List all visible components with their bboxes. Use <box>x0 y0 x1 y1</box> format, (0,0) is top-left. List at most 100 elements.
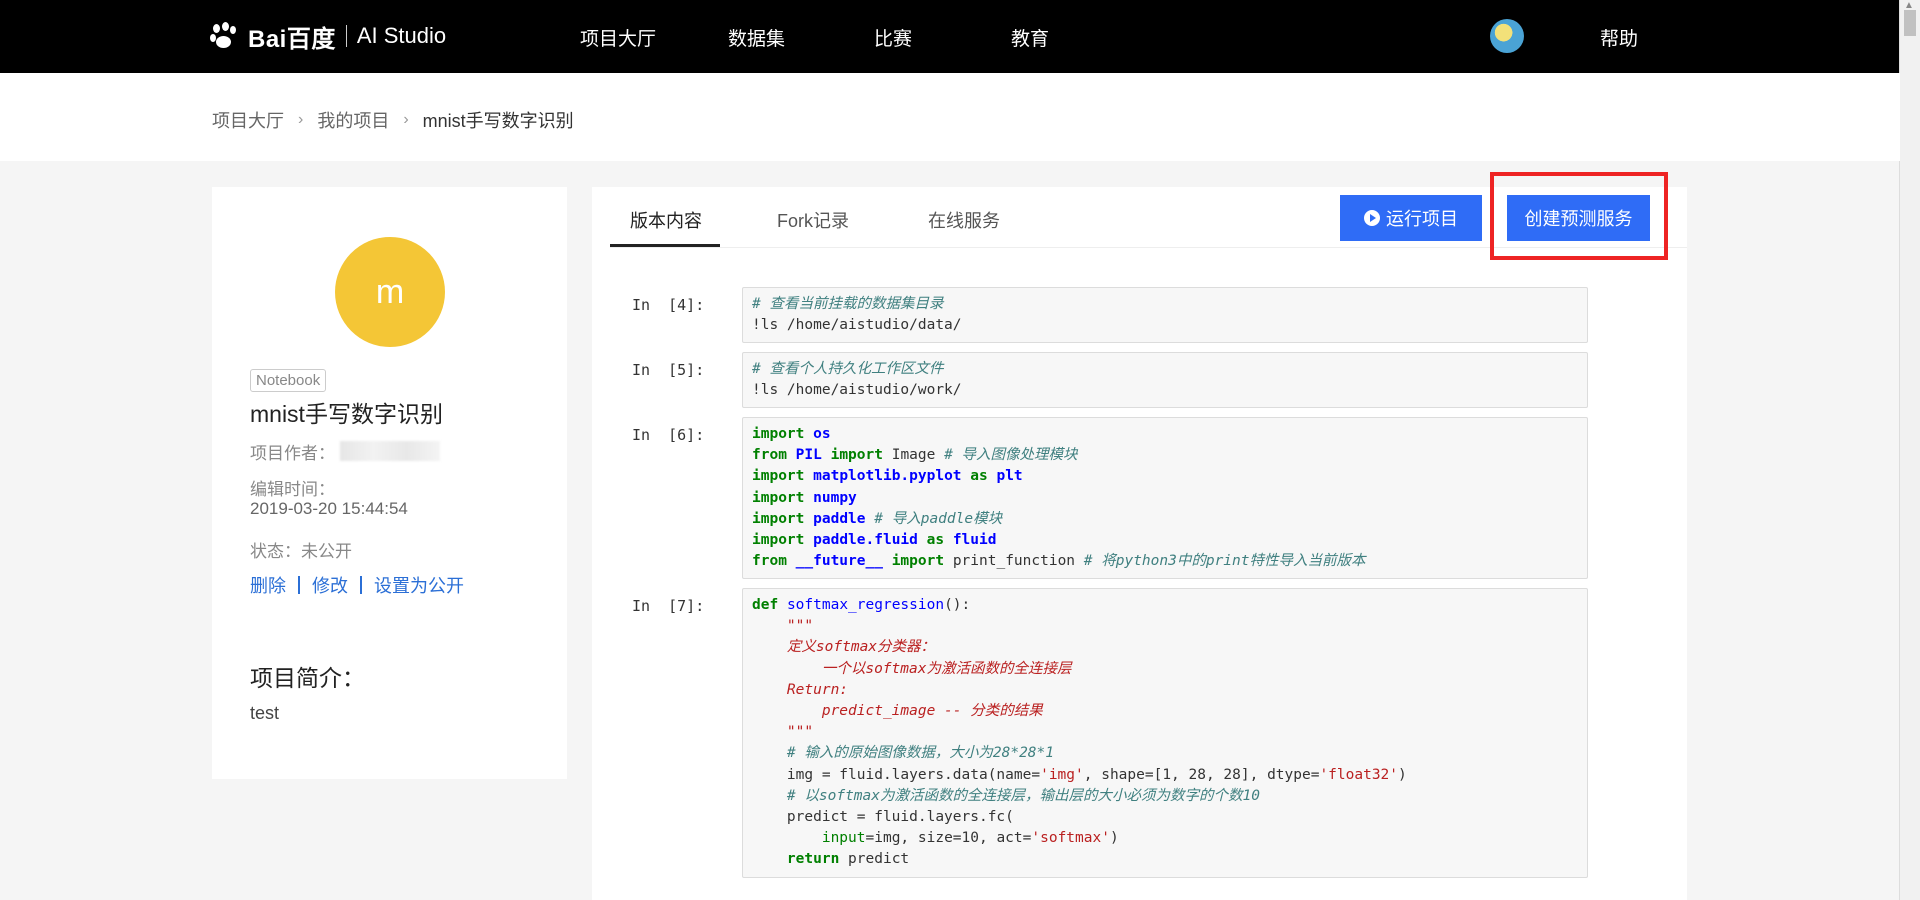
code-token: """ <box>752 724 814 741</box>
code-cell[interactable]: import os from PIL import Image # 导入图像处理模… <box>742 417 1588 579</box>
breadcrumb-current-project: mnist手写数字识别 <box>422 111 574 131</box>
ai-studio-logo[interactable]: Bai百度 AI Studio <box>210 18 446 54</box>
nav-item-projects[interactable]: 项目大厅 <box>580 24 656 51</box>
code-line: """ <box>752 722 1578 743</box>
code-token: img = fluid.layers.data(name= <box>752 766 1041 783</box>
code-token: 'img' <box>1040 766 1084 783</box>
action-divider <box>360 576 362 594</box>
code-token: as <box>970 468 988 485</box>
code-line: from PIL import Image # 导入图像处理模块 <box>752 445 1578 466</box>
logo-brand-text: Bai百度 <box>248 25 336 53</box>
code-token: """ <box>752 618 814 635</box>
code-line: !ls /home/aistudio/data/ <box>752 315 1578 336</box>
code-token: from <box>752 447 787 464</box>
code-token: return <box>752 851 840 868</box>
code-token: !ls /home/aistudio/work/ <box>752 382 962 399</box>
code-token: paddle <box>813 510 866 527</box>
code-token: # 以softmax为激活函数的全连接层，输出层的大小必须为数字的个数10 <box>752 787 1260 804</box>
code-token: import <box>752 532 805 549</box>
code-token: def <box>752 597 779 613</box>
code-cell[interactable]: # 查看个人持久化工作区文件 !ls /home/aistudio/work/ <box>742 352 1588 408</box>
code-token: =img, size=10, act= <box>865 830 1032 847</box>
code-line: import paddle.fluid as fluid <box>752 530 1578 551</box>
code-line: 一个以softmax为激活函数的全连接层 <box>752 659 1578 680</box>
code-token: # 导入图像处理模块 <box>944 447 1078 464</box>
code-token: !ls /home/aistudio/data/ <box>752 317 962 334</box>
cell-prompt: In [7]: <box>632 597 705 615</box>
author-label: 项目作者： <box>250 444 335 463</box>
code-line: Return: <box>752 680 1578 701</box>
nav-item-competitions[interactable]: 比赛 <box>874 24 912 51</box>
make-public-link[interactable]: 设置为公开 <box>374 572 464 598</box>
project-title: mnist手写数字识别 <box>250 401 443 427</box>
action-divider <box>298 576 300 594</box>
code-token: matplotlib.pyplot <box>813 468 962 485</box>
code-line: from __future__ import print_function # … <box>752 551 1578 572</box>
help-link[interactable]: 帮助 <box>1600 24 1638 51</box>
delete-link[interactable]: 删除 <box>250 572 286 598</box>
code-token: predict_image -- 分类的结果 <box>752 703 1043 720</box>
code-line: return predict <box>752 849 1578 870</box>
cell-prompt: In [6]: <box>632 426 705 444</box>
code-token: import <box>752 468 805 485</box>
code-token: Return: <box>752 681 849 698</box>
logo-product-text: AI Studio <box>356 23 447 48</box>
code-token: import <box>752 489 805 506</box>
code-token: import <box>891 553 945 570</box>
code-token: 'softmax' <box>1031 830 1110 847</box>
code-line: # 输入的原始图像数据，大小为28*28*1 <box>752 743 1578 764</box>
code-token: # 导入paddle模块 <box>874 510 1003 527</box>
code-token: # 输入的原始图像数据，大小为28*28*1 <box>752 745 1054 762</box>
breadcrumb-projects[interactable]: 项目大厅 <box>212 107 284 133</box>
code-token: 定义softmax分类器： <box>752 639 936 656</box>
code-token: # 查看当前挂载的数据集目录 <box>752 296 944 312</box>
chevron-right-icon: › <box>403 111 409 128</box>
user-avatar[interactable] <box>1490 19 1524 53</box>
code-cell[interactable]: def softmax_regression(): """ 定义softmax分… <box>742 588 1588 878</box>
page-scrollbar[interactable]: ▲ <box>1899 0 1920 900</box>
code-token: Image <box>882 447 945 464</box>
tab-fork-records[interactable]: Fork记录 <box>777 207 849 233</box>
code-line: import matplotlib.pyplot as plt <box>752 466 1578 487</box>
intro-heading: 项目简介： <box>250 665 365 691</box>
tab-version-content[interactable]: 版本内容 <box>630 207 702 233</box>
cell-prompt: In [5]: <box>632 361 705 379</box>
run-project-button[interactable]: 运行项目 <box>1340 195 1482 241</box>
breadcrumb-my-projects[interactable]: 我的项目 <box>317 107 389 133</box>
code-line: import numpy <box>752 488 1578 509</box>
code-token: 一个以softmax为激活函数的全连接层 <box>752 660 1072 677</box>
scrollbar-thumb[interactable] <box>1904 10 1916 36</box>
nav-item-datasets[interactable]: 数据集 <box>728 24 785 51</box>
notebook-badge: Notebook <box>250 369 327 392</box>
code-line: # 以softmax为激活函数的全连接层，输出层的大小必须为数字的个数10 <box>752 786 1578 807</box>
code-token: , shape=[1, 28, 28], dtype= <box>1083 766 1320 783</box>
edit-link[interactable]: 修改 <box>312 572 348 598</box>
code-cell[interactable]: # 查看当前挂载的数据集目录 !ls /home/aistudio/data/ <box>742 287 1588 343</box>
code-token: import <box>752 510 805 527</box>
code-token: ) <box>1398 766 1407 783</box>
code-line: import os <box>752 424 1578 445</box>
code-token: os <box>813 426 831 442</box>
code-token: import <box>830 447 883 464</box>
code-token: paddle.fluid <box>813 532 918 549</box>
nav-item-education[interactable]: 教育 <box>1011 24 1049 51</box>
code-line: # 查看个人持久化工作区文件 <box>752 359 1578 380</box>
breadcrumb: 项目大厅 › 我的项目 › mnist手写数字识别 <box>212 107 574 133</box>
project-info-card: m Notebook mnist手写数字识别 项目作者： 编辑时间： 2019-… <box>212 187 567 779</box>
code-token: PIL <box>795 447 822 464</box>
tab-online-service[interactable]: 在线服务 <box>928 207 1000 233</box>
edit-time-value: 2019-03-20 15:44:54 <box>250 499 408 518</box>
highlight-annotation-box <box>1490 172 1668 260</box>
code-token: (): <box>944 597 971 613</box>
run-project-label: 运行项目 <box>1386 209 1458 229</box>
author-name-redacted <box>340 441 440 461</box>
